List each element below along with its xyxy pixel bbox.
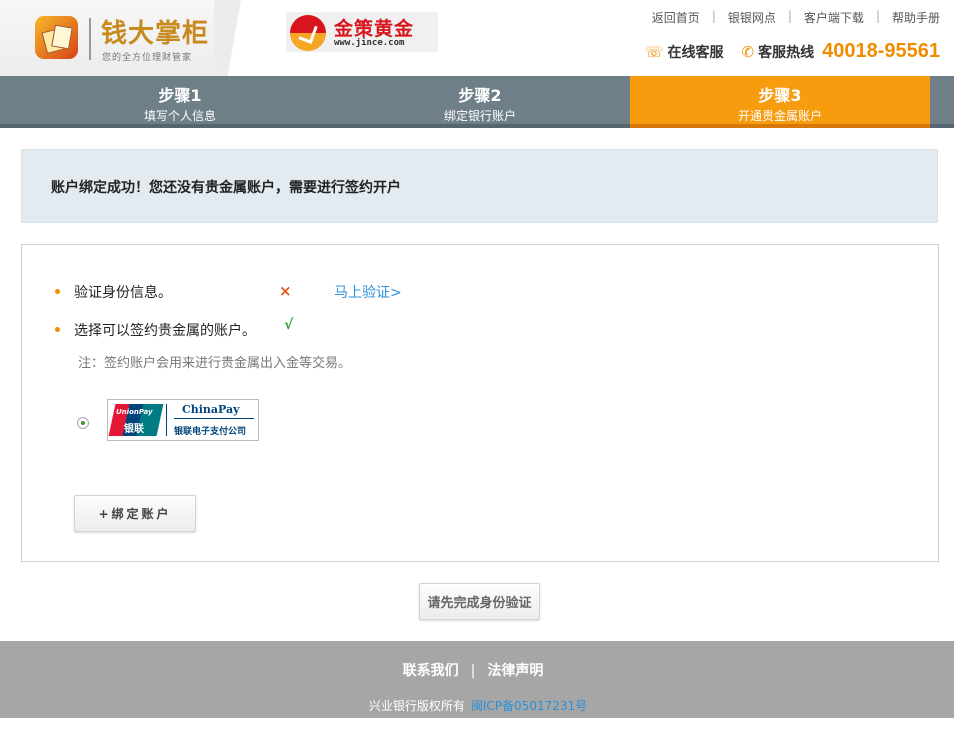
card-shape	[51, 24, 73, 50]
chinapay-bank-card[interactable]: UnionPay 银联 ChinaPay 银联电子支付公司	[107, 399, 259, 441]
chinapay-company: 银联电子支付公司	[174, 427, 247, 437]
contact-us-link[interactable]: 联系我们	[403, 663, 459, 679]
step-desc: 填写个人信息	[143, 109, 216, 123]
identity-text: 验证身份信息。	[74, 285, 172, 301]
signup-panel: 验证身份信息。 × 马上验证> 选择可以签约贵金属的账户。 √ 注：签约账户会用…	[21, 244, 939, 562]
link-branches[interactable]: 银银网点	[728, 9, 776, 26]
complete-verification-button[interactable]: 请先完成身份验证	[419, 583, 540, 620]
steps-bar: 步骤1 填写个人信息 步骤2 绑定银行账户 步骤3 开通贵金属账户	[0, 76, 954, 128]
unionpay-cn: 银联	[124, 424, 144, 435]
step-1: 步骤1 填写个人信息	[80, 76, 280, 124]
unionpay-logo-icon: UnionPay 银联	[108, 404, 164, 436]
logo-divider	[89, 18, 91, 60]
bullet-icon	[55, 326, 60, 332]
account-text: 选择可以签约贵金属的账户。	[74, 323, 256, 339]
unionpay-en: UnionPay	[116, 408, 153, 416]
bind-account-button[interactable]: +绑定账户	[74, 495, 196, 532]
link-separator: |	[875, 9, 880, 23]
partner-name: 金策黄金	[334, 18, 415, 40]
jince-logo-icon	[290, 15, 326, 51]
app-logo-icon[interactable]	[35, 16, 78, 59]
copyright: 兴业银行版权所有 闽ICP备05017231号	[0, 697, 954, 714]
card-divider	[166, 404, 167, 436]
footer-separator: |	[470, 663, 476, 679]
online-service-link[interactable]: 在线客服	[668, 42, 724, 62]
notice-text: 账户绑定成功！您还没有贵金属账户，需要进行签约开户	[51, 180, 401, 196]
chinapay-name: ChinaPay	[182, 403, 240, 416]
step-title: 步骤3	[758, 86, 802, 105]
step-desc: 开通贵金属账户	[737, 109, 822, 123]
step-desc: 绑定银行账户	[443, 109, 516, 123]
step-3-active: 步骤3 开通贵金属账户	[630, 76, 930, 128]
top-links: 返回首页 | 银银网点 | 客户端下载 | 帮助手册	[652, 9, 940, 26]
copyright-text: 兴业银行版权所有	[368, 699, 465, 713]
step-title: 步骤1	[158, 86, 202, 105]
verify-now-link[interactable]: 马上验证>	[334, 282, 402, 302]
bullet-icon	[55, 288, 60, 294]
link-separator: |	[787, 9, 792, 23]
partner-url: www.jince.com	[334, 38, 405, 48]
hotline-number: 40018-95561	[822, 40, 940, 62]
link-help-manual[interactable]: 帮助手册	[892, 9, 940, 26]
icp-link[interactable]: 闽ICP备05017231号	[471, 699, 587, 713]
checklist-identity: 验证身份信息。	[55, 282, 172, 302]
footer-links: 联系我们 | 法律声明	[0, 660, 946, 680]
bank-account-radio[interactable]	[77, 417, 89, 429]
link-home[interactable]: 返回首页	[652, 9, 700, 26]
check-icon: √	[284, 317, 294, 333]
step-2: 步骤2 绑定银行账户	[380, 76, 580, 124]
card-rule	[174, 418, 254, 419]
checklist-account: 选择可以签约贵金属的账户。	[55, 320, 256, 340]
footer: 联系我们 | 法律声明 兴业银行版权所有 闽ICP备05017231号	[0, 641, 954, 718]
link-client-download[interactable]: 客户端下载	[804, 9, 864, 26]
cross-icon: ×	[279, 282, 292, 300]
legal-link[interactable]: 法律声明	[487, 663, 543, 679]
app-slogan: 您的全方位理财管家	[102, 53, 193, 63]
logo-slant-decoration	[214, 0, 254, 76]
app-name: 钱大掌柜	[101, 19, 210, 49]
headset-icon: ☏	[644, 42, 664, 61]
account-note: 注：签约账户会用来进行贵金属出入金等交易。	[78, 356, 352, 371]
header: 钱大掌柜 您的全方位理财管家 金策黄金 www.jince.com 返回首页 |…	[0, 0, 954, 76]
phone-icon: ✆	[741, 42, 755, 61]
hotline-label: 客服热线	[758, 44, 815, 61]
partner-logo[interactable]: 金策黄金 www.jince.com	[286, 12, 438, 52]
service-bar: ☏ 在线客服 ✆ 客服热线 40018-95561	[645, 40, 940, 63]
step-title: 步骤2	[458, 86, 502, 105]
notice-banner: 账户绑定成功！您还没有贵金属账户，需要进行签约开户	[21, 149, 938, 223]
link-separator: |	[711, 9, 716, 23]
